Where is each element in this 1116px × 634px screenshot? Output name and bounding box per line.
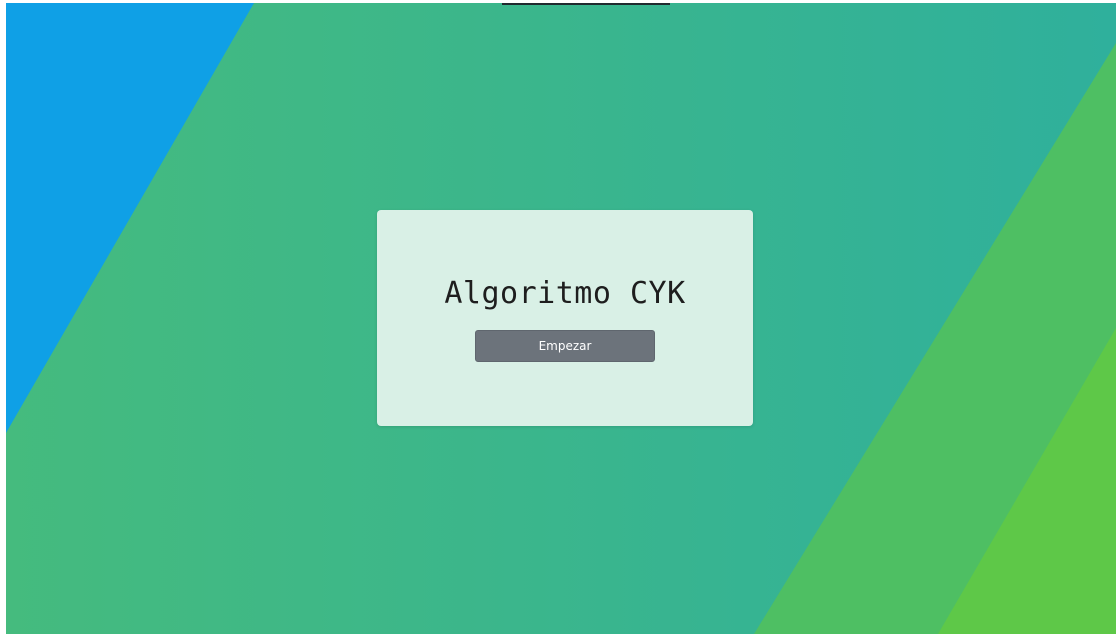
welcome-card: Algoritmo CYK Empezar (377, 210, 753, 426)
top-edge-bar (502, 3, 670, 5)
app-viewport: Algoritmo CYK Empezar (6, 3, 1116, 634)
start-button[interactable]: Empezar (475, 330, 655, 362)
page-title: Algoritmo CYK (444, 276, 686, 311)
